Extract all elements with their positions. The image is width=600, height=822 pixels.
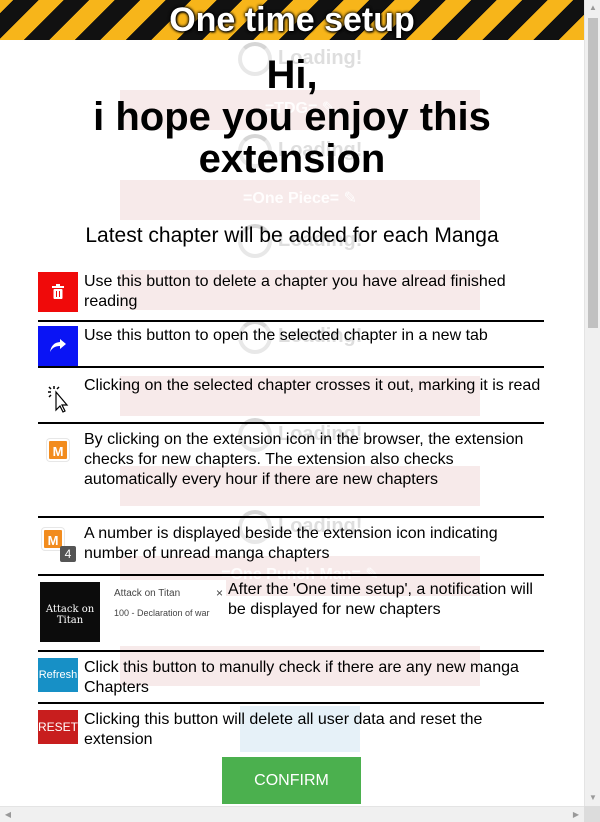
- header-title: One time setup: [169, 1, 415, 39]
- horizontal-scrollbar[interactable]: ◀ ▶: [0, 806, 584, 822]
- instruction-text: Clicking on the selected chapter crosses…: [84, 377, 541, 394]
- close-icon: ×: [216, 586, 224, 600]
- unread-count-badge: 4: [60, 546, 76, 562]
- instruction-text: Clicking this button will delete all use…: [84, 711, 483, 748]
- instruction-delete: Use this button to delete a chapter you …: [38, 268, 544, 322]
- instruction-notification: Attack on Titan Attack on Titan 100 - De…: [38, 576, 544, 652]
- vertical-scrollbar[interactable]: ▲ ▼: [584, 0, 600, 806]
- instruction-refresh: Refresh Click this button to manully che…: [38, 652, 544, 704]
- confirm-button[interactable]: CONFIRM: [222, 757, 361, 804]
- notification-body: 100 - Declaration of war: [114, 608, 210, 618]
- scrollbar-thumb[interactable]: [588, 18, 598, 328]
- scroll-up-icon[interactable]: ▲: [585, 0, 600, 16]
- manga-thumbnail: Attack on Titan: [40, 582, 100, 642]
- instruction-text: A number is displayed beside the extensi…: [84, 525, 498, 562]
- instruction-reset: RESET Clicking this button will delete a…: [38, 704, 544, 756]
- greeting: Hi,: [266, 53, 318, 97]
- subtitle: Latest chapter will be added for each Ma…: [85, 224, 499, 247]
- scrollbar-corner: [584, 806, 600, 822]
- instruction-open: Use this button to open the selected cha…: [38, 322, 544, 368]
- instruction-text: Use this button to open the selected cha…: [84, 327, 488, 344]
- instruction-text: By clicking on the extension icon in the…: [84, 431, 524, 488]
- instruction-list: Use this button to delete a chapter you …: [38, 268, 544, 756]
- instruction-text: After the 'One time setup', a notificati…: [228, 581, 533, 618]
- scroll-left-icon[interactable]: ◀: [0, 807, 16, 822]
- manga-item: =One Piece= ✎: [120, 180, 480, 220]
- notification-preview: Attack on Titan Attack on Titan 100 - De…: [38, 580, 226, 642]
- extension-icon: M: [38, 430, 78, 470]
- share-arrow-icon: [38, 326, 78, 366]
- instruction-text: Click this button to manully check if th…: [84, 659, 519, 696]
- click-cursor-icon: [38, 376, 78, 416]
- instruction-text: Use this button to delete a chapter you …: [84, 273, 506, 310]
- extension-badge-icon: M 4: [38, 524, 78, 564]
- instruction-badge: M 4 A number is displayed beside the ext…: [38, 518, 544, 576]
- refresh-button: Refresh: [38, 658, 78, 692]
- notification-title: Attack on Titan: [114, 588, 181, 599]
- trash-icon: [38, 272, 78, 312]
- scroll-down-icon[interactable]: ▼: [585, 790, 600, 806]
- welcome-message: i hope you enjoy this extension: [93, 95, 491, 181]
- scroll-right-icon[interactable]: ▶: [568, 807, 584, 822]
- instruction-extension: M By clicking on the extension icon in t…: [38, 424, 544, 518]
- reset-button: RESET: [38, 710, 78, 744]
- instruction-mark-read: Clicking on the selected chapter crosses…: [38, 368, 544, 424]
- setup-header: One time setup: [0, 0, 584, 40]
